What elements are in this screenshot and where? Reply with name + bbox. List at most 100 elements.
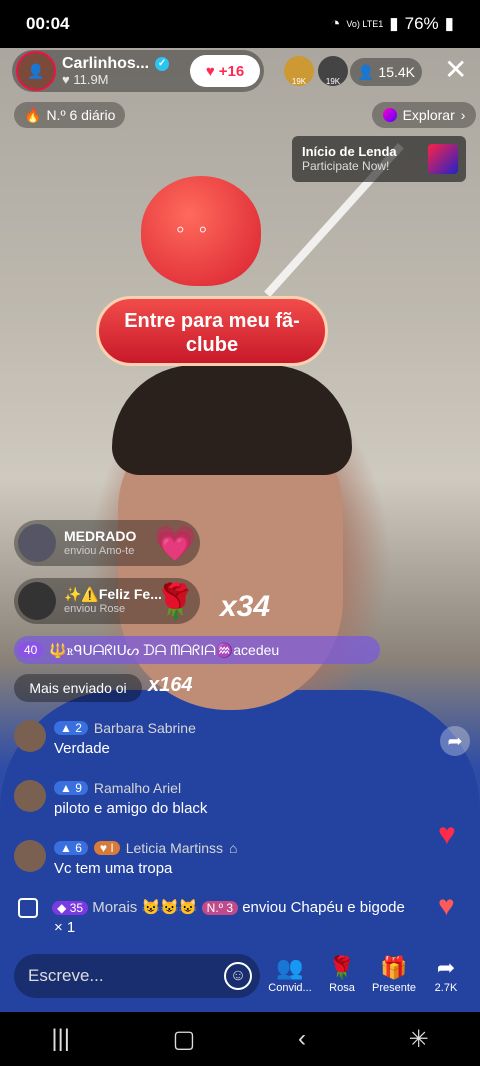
host-hair [112,365,352,475]
host-profile-pill[interactable]: 👤 Carlinhos... ✓ ♥ 11.9M ♥ +16 [12,50,264,92]
battery-percent: 76% [404,14,439,33]
top-viewer-score: 19K [291,77,307,86]
level-badge: 40 [18,642,44,658]
heart-icon: ♥ [205,62,215,80]
gift-text: ✨⚠️Feliz Fe... enviou Rose [64,586,162,616]
level-badge: ◆ 35 [52,901,89,915]
back-icon[interactable]: ‹ [298,1025,306,1053]
sender-name: Morais [92,899,138,916]
status-bar: 00:04 ◔ Vo) LTE1 ▮ 76% ▮ [0,0,480,48]
home-button-icon[interactable]: ▢ [173,1025,196,1054]
commenter-avatar[interactable] [14,720,46,752]
host-info: Carlinhos... ✓ ♥ 11.9M [62,55,170,87]
level-badge: ▲ 6 [54,841,88,855]
level-badge: ▲ 2 [54,721,88,735]
system-nav-bar: ||| ▢ ‹ ✳ [0,1012,480,1066]
level-value: 2 [75,721,82,735]
emoji-icon[interactable]: ☺ [224,962,252,990]
comment-text: piloto e amigo do black [54,800,208,817]
more-sent-multiplier: x164 [148,674,193,696]
legend-badge-icon [428,144,458,174]
heart-reaction-icon: ♥ [438,890,455,921]
love-gift-icon: 💗 [154,525,197,563]
commenter-name: Ramalho Ariel [93,780,182,796]
fan-badge: ♥ I [93,841,120,855]
host-likes-row: ♥ 11.9M [62,71,169,87]
explore-button[interactable]: Explorar › [372,102,476,128]
gift-notification[interactable]: MEDRADO enviou Amo-te 💗 [14,520,200,566]
gift-multiplier: x34 [220,590,271,623]
host-name-row: Carlinhos... ✓ [62,55,170,73]
level-value: 35 [69,901,84,915]
gift-message: enviou Chapéu e bigode [242,899,405,916]
sender-name: ✨⚠️Feliz Fe... [64,586,162,602]
gift-text: MEDRADO enviou Amo-te [64,528,136,558]
explore-icon [382,108,397,122]
follow-button[interactable]: ♥ +16 [190,55,260,87]
home-icon: ⌂ [228,840,238,856]
people-icon: 👥 [276,955,304,980]
host-likes: 11.9M [73,71,109,87]
signal-icon: ▮ [389,14,399,33]
status-icons: ◔ Vo) LTE1 ▮ 76% ▮ [330,14,454,34]
top-viewer-avatar[interactable]: 19K [284,56,314,86]
commenter-avatar[interactable] [14,840,46,872]
gift-description: enviou Rose [64,602,126,615]
close-icon[interactable]: ✕ [444,56,467,84]
follow-label: +16 [218,62,245,80]
comment-header: ▲ 9 Ramalho Ariel [54,780,181,796]
accessibility-icon[interactable]: ✳ [409,1025,429,1054]
rose-label: Rosa [329,982,355,994]
level-value: 9 [75,781,82,795]
top-viewer-avatar[interactable]: 19K [318,56,348,86]
gift-label: Presente [371,982,417,994]
recent-apps-icon[interactable]: ||| [51,1025,70,1053]
level-value: 6 [75,841,82,855]
person-icon: 👤 [356,63,375,80]
sender-name: MEDRADO [64,528,137,544]
heart-reaction-icon: ♥ [438,818,456,851]
gift-button[interactable]: 🎁 Presente [368,954,420,994]
viewer-count: 15.4K [378,64,416,80]
share-count: 2.7K [434,982,458,994]
invite-label: Convid... [268,982,312,994]
commenter-avatar[interactable] [14,780,46,812]
sender-avatar[interactable] [18,582,56,620]
gift-icon: 🎁 [380,955,408,980]
chevron-right-icon: › [460,107,466,123]
bottom-action-bar: Escreve... ☺ 👥 Convid... 🌹 Rosa 🎁 Presen… [0,950,480,1010]
comment-header: ▲ 2 Barbara Sabrine [54,720,196,736]
battery-icon: ▮ [444,14,454,33]
commenter-name: Barbara Sabrine [93,720,196,736]
share-button[interactable]: ➦ 2.7K [420,954,472,994]
invite-button[interactable]: 👥 Convid... [264,954,316,994]
explore-label: Explorar [402,107,455,123]
top-viewer-score: 19K [325,77,341,86]
gift-chat-message[interactable]: ◆ 35 Morais 😺😺😺 N.º 3 enviou Chapéu e bi… [18,898,448,938]
comment-text: Verdade [54,740,110,757]
gift-notification[interactable]: ✨⚠️Feliz Fe... enviou Rose 🌹 [14,578,200,624]
host-avatar[interactable]: 👤 [16,51,56,91]
gift-box-icon [18,898,38,919]
wifi-icon: ◔ [330,14,341,33]
host-name: Carlinhos... [62,55,150,73]
sender-avatar[interactable] [18,524,56,562]
comment-input[interactable]: Escreve... ☺ [14,954,260,998]
gift-count: × 1 [54,919,76,937]
viewer-count-pill[interactable]: 👤 15.4K [350,58,422,86]
share-arrow-icon[interactable]: ➦ [440,726,470,756]
fan-level: I [110,841,114,855]
rose-gift-icon: 🌹 [154,583,197,621]
join-announcement: 40 🔱ꭱᑫᑌᗩᖇIᑌᔕ ᗪᗩ ᗰᗩᖇIᗩ♒acedeu [14,636,380,664]
status-time: 00:04 [26,14,70,33]
share-icon: ➦ [436,955,456,980]
fanclub-sticker[interactable]: ◦◦ Entre para meu fã-clube [96,116,336,366]
comment-text: Vc tem uma tropa [54,860,173,877]
heart-icon: ♥ [62,71,70,87]
rose-button[interactable]: 🌹 Rosa [316,954,368,994]
more-sent-pill[interactable]: Mais enviado oi [14,674,142,702]
mascot-eyes: ◦◦ [176,216,222,243]
top-viewers[interactable]: 19K 19K [284,56,348,86]
network-label: Vo) LTE1 [346,19,384,29]
fanclub-banner[interactable]: Entre para meu fã-clube [96,296,328,366]
